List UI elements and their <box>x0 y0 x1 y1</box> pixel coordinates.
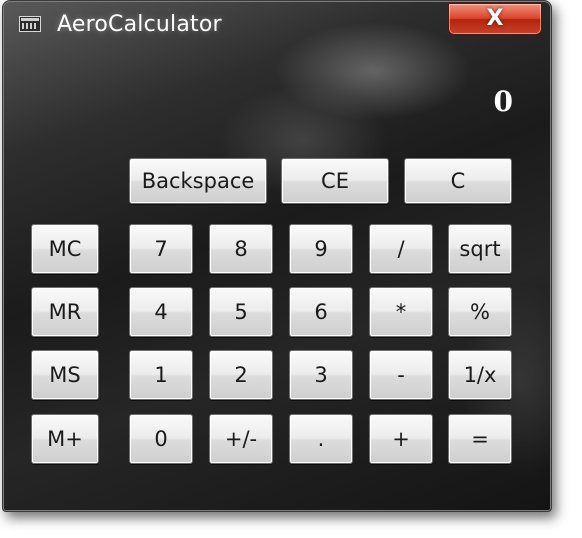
memory-clear-button[interactable]: MC <box>31 224 99 274</box>
divide-button[interactable]: / <box>369 224 433 274</box>
equals-button[interactable]: = <box>448 414 512 464</box>
window-title: AeroCalculator <box>57 12 222 37</box>
close-button[interactable]: X <box>448 3 542 35</box>
digit-4-button[interactable]: 4 <box>129 287 193 337</box>
digit-8-button[interactable]: 8 <box>209 224 273 274</box>
multiply-button[interactable]: * <box>369 287 433 337</box>
minus-button[interactable]: - <box>369 350 433 400</box>
title-bar[interactable]: AeroCalculator X <box>3 1 551 45</box>
digit-0-button[interactable]: 0 <box>129 414 193 464</box>
close-icon: X <box>486 6 504 31</box>
memory-recall-button[interactable]: MR <box>31 287 99 337</box>
plus-button[interactable]: + <box>369 414 433 464</box>
decimal-button[interactable]: . <box>289 414 353 464</box>
digit-2-button[interactable]: 2 <box>209 350 273 400</box>
digit-9-button[interactable]: 9 <box>289 224 353 274</box>
calculator-window: AeroCalculator X 0 Backspace CE C MC 7 8… <box>2 0 552 512</box>
clear-entry-button[interactable]: CE <box>281 158 389 204</box>
memory-store-button[interactable]: MS <box>31 350 99 400</box>
sqrt-button[interactable]: sqrt <box>448 224 512 274</box>
memory-add-button[interactable]: M+ <box>31 414 99 464</box>
calculator-icon <box>19 16 41 32</box>
backspace-button[interactable]: Backspace <box>129 158 267 204</box>
reciprocal-button[interactable]: 1/x <box>448 350 512 400</box>
digit-3-button[interactable]: 3 <box>289 350 353 400</box>
plus-minus-button[interactable]: +/- <box>209 414 273 464</box>
clear-button[interactable]: C <box>404 158 512 204</box>
display-readout: 0 <box>493 85 513 118</box>
digit-5-button[interactable]: 5 <box>209 287 273 337</box>
digit-1-button[interactable]: 1 <box>129 350 193 400</box>
percent-button[interactable]: % <box>448 287 512 337</box>
digit-6-button[interactable]: 6 <box>289 287 353 337</box>
digit-7-button[interactable]: 7 <box>129 224 193 274</box>
